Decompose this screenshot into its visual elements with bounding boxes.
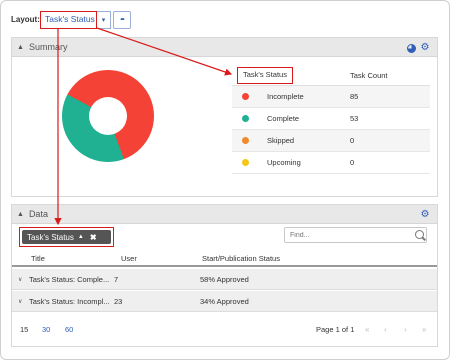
status-label: Complete [267,114,300,123]
collapse-icon[interactable]: ▲ [17,211,24,218]
status-color-dot [242,93,249,100]
status-row[interactable]: Upcoming 0 [232,152,430,174]
layout-dropdown-button[interactable]: ▾ [97,11,111,29]
more-options-icon: ••• [120,17,124,23]
status-row[interactable]: Skipped 0 [232,130,430,152]
status-label: Incomplete [267,92,304,101]
group-by-chip[interactable]: Task's Status ▲ ✖ [19,227,114,247]
pager: 15 30 60 Page 1 of 1 « ‹ › » [12,320,437,340]
status-label: Skipped [267,136,295,145]
row-status: 58% Approved [200,275,249,284]
chevron-down-icon: ▾ [101,17,106,24]
page-info: Page 1 of 1 [316,325,355,334]
status-color-dot [242,159,249,166]
row-user: 7 [114,275,119,284]
column-task-count[interactable]: Task Count [350,71,388,80]
collapse-icon[interactable]: ▲ [17,44,24,51]
sort-up-icon[interactable]: ▲ [78,234,84,240]
page-size-60[interactable]: 60 [65,325,73,334]
status-color-dot [242,115,249,122]
next-page-icon[interactable]: › [404,325,407,334]
gear-icon[interactable]: ⚙ [420,210,430,220]
row-user: 23 [114,297,123,306]
column-title[interactable]: Title [31,254,45,263]
page-size-15[interactable]: 15 [20,325,28,334]
summary-title: Summary [28,42,68,52]
status-count: 85 [350,92,359,101]
status-row[interactable]: Incomplete 85 [232,86,430,108]
pie-chart-icon[interactable] [406,43,416,53]
grid-header: Title User Start/Publication Status [12,250,437,267]
summary-header[interactable]: ▲ Summary [12,38,437,57]
group-by-label: Task's Status [27,232,74,242]
table-row[interactable]: ∨ Task's Status: Comple... 7 58% Approve… [12,269,437,290]
status-label: Upcoming [267,158,301,167]
status-table-header: Task's Status Task Count [232,66,430,86]
table-row[interactable]: ∨ Task's Status: Incompl... 23 34% Appro… [12,291,437,312]
status-table: Task's Status Task Count Incomplete 85 Com… [232,66,430,174]
expand-icon[interactable]: ∨ [18,276,22,283]
row-title: Task's Status: Comple... [29,275,110,284]
status-count: 53 [350,114,359,123]
layout-select[interactable]: Task's Status [40,11,97,29]
layout-more-button[interactable]: ••• [113,11,131,29]
row-status: 34% Approved [200,297,249,306]
last-page-icon[interactable]: » [422,325,426,334]
column-task-status[interactable]: Task's Status [237,66,293,84]
prev-page-icon[interactable]: ‹ [384,325,387,334]
gear-icon[interactable]: ⚙ [420,43,430,53]
layout-label: Layout: [11,15,40,24]
data-header[interactable]: ▲ Data [12,205,437,224]
find-input[interactable] [284,227,427,243]
expand-icon[interactable]: ∨ [18,298,22,305]
summary-panel: ▲ Summary ⚙ Task's Status Task Count Inc… [11,37,438,197]
status-color-dot [242,137,249,144]
close-icon[interactable]: ✖ [90,233,97,242]
column-user[interactable]: User [121,254,137,263]
page-size-30[interactable]: 30 [42,325,50,334]
data-title: Data [28,209,48,219]
search-icon[interactable] [415,230,424,239]
row-title: Task's Status: Incompl... [29,297,110,306]
status-count: 0 [350,158,355,167]
status-row[interactable]: Complete 53 [232,108,430,130]
donut-hole [89,97,127,135]
data-panel: ▲ Data ⚙ Task's Status ▲ ✖ Title User St… [11,204,438,347]
first-page-icon[interactable]: « [365,325,369,334]
status-count: 0 [350,136,355,145]
column-start-publication-status[interactable]: Start/Publication Status [202,254,280,263]
